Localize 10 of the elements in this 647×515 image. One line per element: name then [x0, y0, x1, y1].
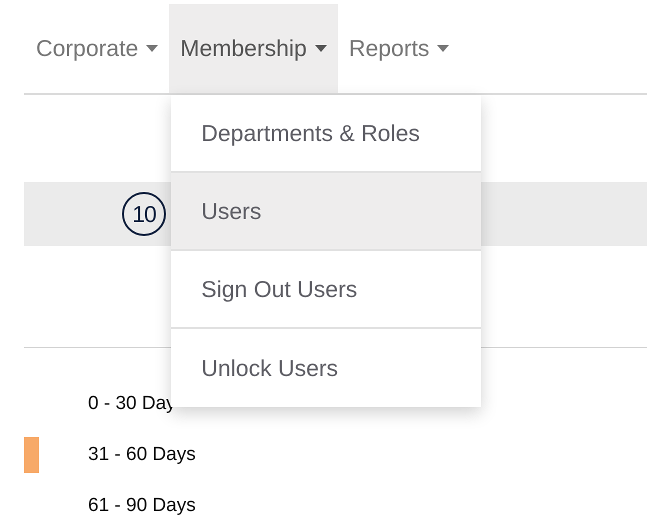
- dropdown-item[interactable]: Departments & Roles: [171, 95, 482, 173]
- nav-menu-item[interactable]: Corporate: [25, 4, 170, 93]
- nav-menu-item[interactable]: Reports: [338, 4, 460, 93]
- legend-label: 61 - 90 Days: [88, 495, 196, 515]
- step-marker: 10: [122, 192, 166, 236]
- dropdown-item[interactable]: Sign Out Users: [171, 251, 482, 329]
- nav-menu-item[interactable]: Membership: [169, 4, 338, 93]
- dropdown-item[interactable]: Unlock Users: [171, 329, 482, 407]
- dropdown-item[interactable]: Users: [171, 173, 482, 251]
- legend-label: 31 - 60 Days: [88, 444, 196, 466]
